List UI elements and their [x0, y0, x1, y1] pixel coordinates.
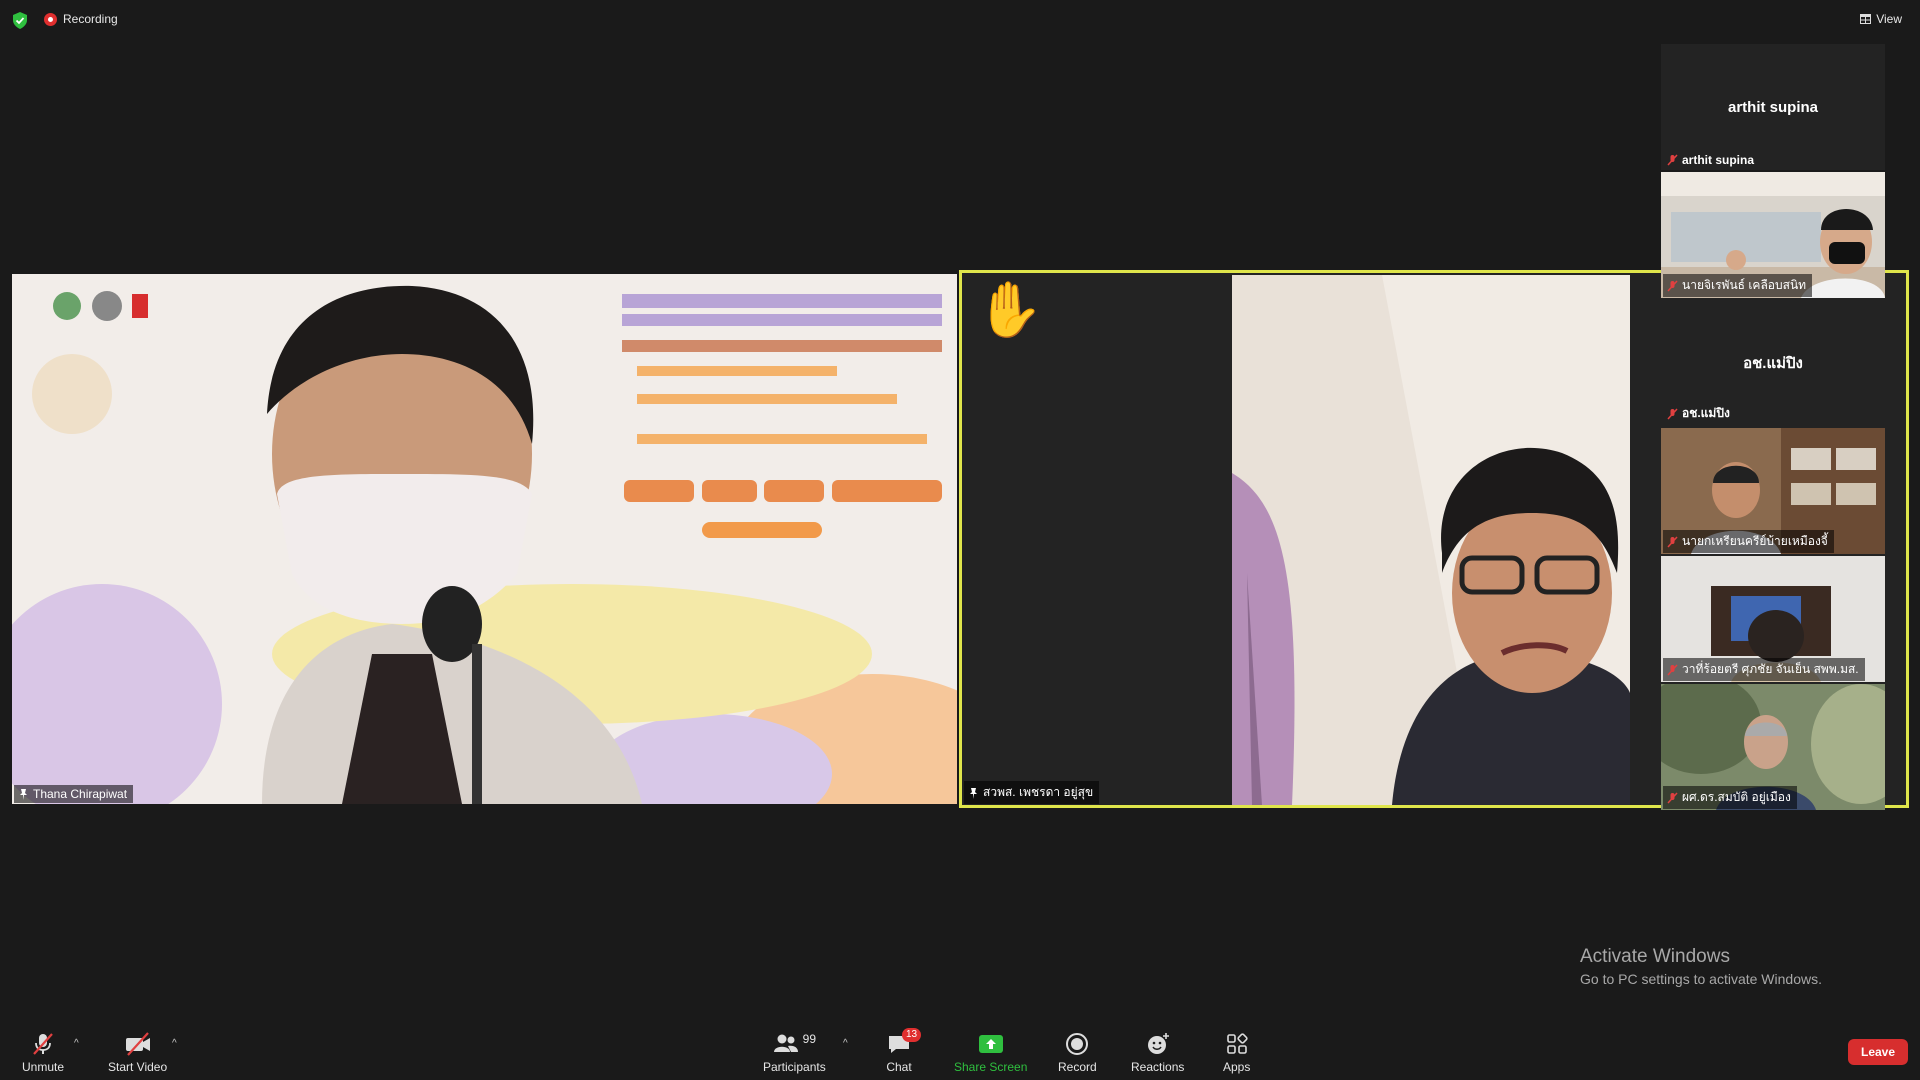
view-button[interactable]: View — [1860, 12, 1902, 26]
share-screen-icon — [978, 1035, 1003, 1053]
participants-button[interactable]: 99 Participants — [763, 1032, 826, 1074]
participant-name-tag: ผศ.ดร.สมบัติ อยู่เมือง — [1663, 786, 1797, 809]
participant-display-name: อช.แม่ปิง — [1743, 355, 1803, 372]
muted-mic-icon — [1667, 791, 1678, 804]
participant-name-tag: นายกเหรียนครีย์บ้ายเหมืองจี้ — [1663, 530, 1834, 553]
raised-hand-icon: ✋ — [976, 280, 1044, 340]
leave-button[interactable]: Leave — [1848, 1039, 1908, 1065]
sidebar-video-tile[interactable]: ผศ.ดร.สมบัติ อยู่เมือง — [1661, 684, 1885, 810]
windows-activation-watermark: Activate Windows Go to PC settings to ac… — [1580, 946, 1822, 987]
sidebar-video-tile[interactable]: นายจิเรพันธ์ เคลือบสนิท — [1661, 172, 1885, 298]
participants-icon — [773, 1034, 798, 1052]
start-video-button[interactable]: Start Video — [108, 1032, 167, 1074]
reactions-smiley-icon — [1147, 1033, 1169, 1054]
recording-label: Recording — [63, 12, 118, 26]
pin-icon — [20, 789, 27, 800]
participants-options-caret-icon[interactable]: ^ — [843, 1038, 848, 1049]
top-bar: Recording View — [0, 0, 1920, 40]
participant-count: 99 — [802, 1032, 817, 1046]
muted-mic-icon — [1667, 407, 1678, 420]
video-off-icon — [125, 1032, 150, 1056]
participant-name-tag: วาที่ร้อยตรี ศุภชัย จันเย็น สพพ.มส. — [1663, 658, 1865, 681]
security-shield-icon[interactable] — [12, 12, 28, 29]
reactions-button[interactable]: Reactions — [1131, 1032, 1184, 1074]
muted-mic-icon — [1667, 663, 1678, 676]
muted-mic-icon — [33, 1033, 53, 1055]
participant-name-tag: Thana Chirapiwat — [14, 785, 134, 803]
apps-icon — [1226, 1033, 1248, 1054]
unmute-button[interactable]: Unmute — [22, 1032, 64, 1074]
participant-display-name: arthit supina — [1727, 98, 1818, 116]
recording-indicator[interactable]: Recording — [44, 12, 118, 26]
record-dot-icon — [44, 12, 57, 26]
grid-view-icon — [1860, 14, 1872, 24]
video-tile-speaker-1[interactable]: Thana Chirapiwat — [12, 274, 957, 804]
pin-icon — [970, 787, 977, 799]
apps-button[interactable]: Apps — [1223, 1032, 1250, 1074]
sidebar-video-tile[interactable]: นายกเหรียนครีย์บ้ายเหมืองจี้ — [1661, 428, 1885, 554]
muted-mic-icon — [1667, 535, 1678, 548]
muted-mic-icon — [1667, 279, 1678, 292]
audio-options-caret-icon[interactable]: ^ — [74, 1038, 79, 1049]
share-screen-button[interactable]: Share Screen — [954, 1032, 1027, 1074]
chat-button[interactable]: 13 Chat — [886, 1028, 922, 1074]
sidebar-tile-name-only[interactable]: arthit supina arthit supina — [1661, 44, 1885, 170]
participant-name-tag: arthit supina — [1663, 151, 1760, 169]
view-label: View — [1876, 12, 1902, 26]
sidebar-video-tile[interactable]: วาที่ร้อยตรี ศุภชัย จันเย็น สพพ.มส. — [1661, 556, 1885, 682]
participant-video-feed — [12, 274, 957, 804]
video-options-caret-icon[interactable]: ^ — [172, 1038, 177, 1049]
sidebar-tile-name-only[interactable]: อช.แม่ปิง อช.แม่ปิง — [1661, 300, 1885, 426]
participant-name-tag: สวพส. เพชรดา อยู่สุข — [964, 781, 1100, 804]
record-button[interactable]: Record — [1058, 1032, 1097, 1074]
meeting-toolbar: Unmute ^ Start Video ^ 99 Participants ^… — [0, 1020, 1920, 1080]
record-icon — [1066, 1033, 1089, 1055]
participant-name-tag: นายจิเรพันธ์ เคลือบสนิท — [1663, 274, 1813, 297]
muted-mic-icon — [1667, 154, 1678, 166]
participant-name-tag: อช.แม่ปิง — [1663, 402, 1736, 425]
chat-unread-badge: 13 — [902, 1028, 922, 1042]
